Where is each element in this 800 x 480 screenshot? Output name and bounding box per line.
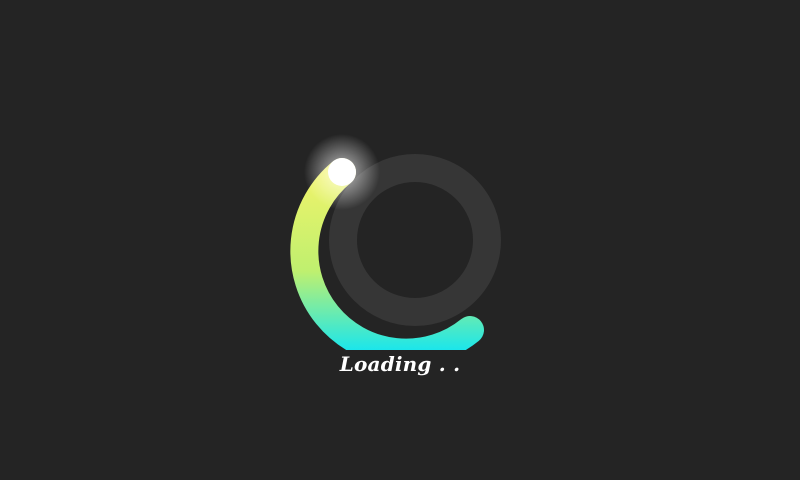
circular-loading-spinner — [290, 130, 510, 350]
loading-screen: Loading . . — [0, 0, 800, 480]
spinner-head — [328, 158, 356, 186]
loading-status-text: Loading . . — [339, 352, 461, 376]
spinner-graphic — [290, 134, 501, 350]
